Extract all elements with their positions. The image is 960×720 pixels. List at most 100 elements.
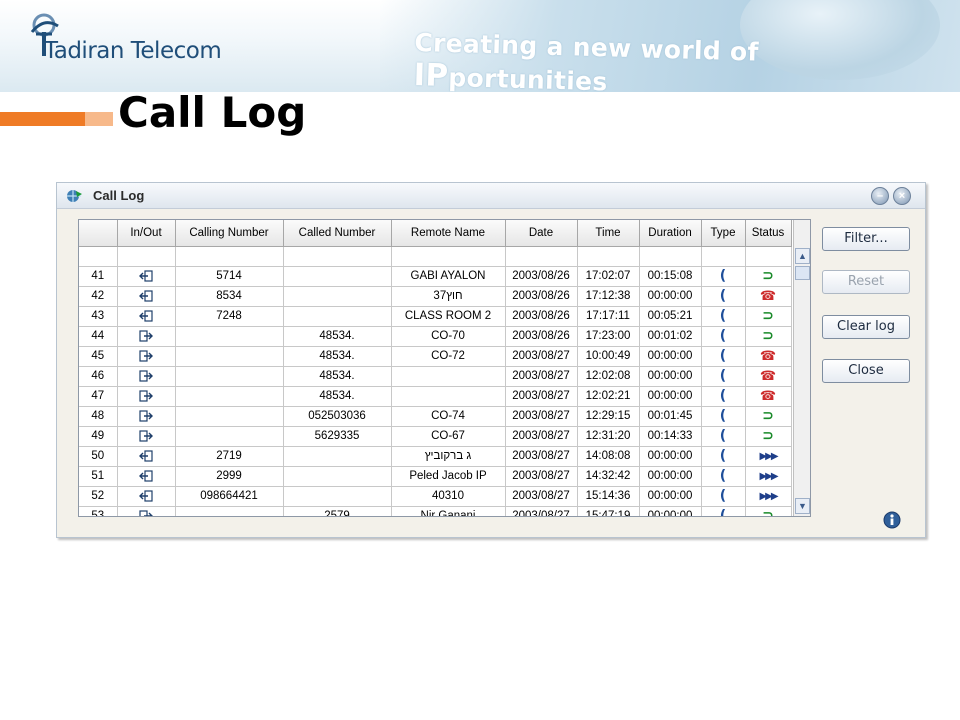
cell-duration: 00:15:08	[639, 266, 702, 287]
vertical-scrollbar[interactable]: ▲ ▼	[793, 220, 810, 516]
cell-calling-number	[175, 426, 284, 447]
cell-duration: 00:00:00	[639, 366, 702, 387]
clear-log-button[interactable]: Clear log	[822, 315, 910, 339]
cell-duration: 00:00:00	[639, 386, 702, 407]
scroll-up-button[interactable]: ▲	[795, 248, 810, 264]
cell-number: 49	[79, 426, 118, 447]
close-button[interactable]: Close	[822, 359, 910, 383]
handset-icon: (	[719, 408, 727, 424]
column-header-time[interactable]: Time	[577, 220, 640, 247]
cell-called-number: 2579	[283, 506, 392, 516]
column-header-calling-number[interactable]: Calling Number	[175, 220, 284, 247]
cell-duration: 00:00:00	[639, 286, 702, 307]
cell-remote-name	[391, 366, 506, 387]
cell-time: 12:02:21	[577, 386, 640, 407]
cell-status: ⊃	[745, 426, 792, 447]
cell-type: (	[701, 386, 746, 407]
table-row[interactable]: 49 5629335 CO-67 2003/08/27 12:31:20 00:14:33…	[79, 426, 792, 447]
cell-calling-number: 098664421	[175, 486, 284, 507]
table-row[interactable]: 52 098664421 40310 2003/08/27 15:14:36 00:00:…	[79, 486, 792, 507]
slogan-ip: IP	[413, 57, 449, 92]
table-row[interactable]: 51 2999 Peled Jacob IP 2003/08/27 14:32:42 00…	[79, 466, 792, 487]
table-row[interactable]: 44 48534. CO-70 2003/08/26 17:23:00 00:01:02 (…	[79, 326, 792, 347]
cell-remote-name: CO-72	[391, 346, 506, 367]
cell-remote-name: CLASS ROOM 2	[391, 306, 506, 327]
cell-in-out	[117, 346, 176, 367]
table-row[interactable]: 42 8534 חוץ37 2003/08/26 17:12:38 00:00:00 (☎	[79, 286, 792, 307]
cell-remote-name: חוץ37	[391, 286, 506, 307]
table-row-partial	[79, 246, 792, 267]
table-row[interactable]: 53 2579 Nir Ganani 2003/08/27 15:47:19 00:00:…	[79, 506, 792, 517]
window-title: Call Log	[93, 188, 145, 203]
cell-time: 12:31:20	[577, 426, 640, 447]
cell-in-out	[117, 466, 176, 487]
table-header-row: In/Out Calling Number Called Number Remo…	[79, 220, 792, 247]
table-body: 41 5714 GABI AYALON 2003/08/26 17:02:07 00:15…	[79, 246, 792, 517]
globe-arrow-icon	[67, 190, 82, 202]
incoming-call-icon	[139, 290, 153, 302]
cell-status: ☎	[745, 286, 792, 307]
cell-status: ⊃	[745, 506, 792, 516]
table-row[interactable]: 48 052503036 CO-74 2003/08/27 12:29:15 00:01:…	[79, 406, 792, 427]
cell-date: 2003/08/26	[505, 266, 578, 287]
cell-status: ⊃	[745, 266, 792, 287]
table-row[interactable]: 43 7248 CLASS ROOM 2 2003/08/26 17:17:11 00:0…	[79, 306, 792, 327]
table-row[interactable]: 46 48534. 2003/08/27 12:02:08 00:00:00 (☎	[79, 366, 792, 387]
window-title-bar[interactable]: Call Log – ×	[57, 183, 925, 209]
close-window-button[interactable]: ×	[893, 187, 911, 205]
handset-icon: (	[719, 508, 727, 517]
cell-in-out	[117, 326, 176, 347]
cell-duration: 00:00:00	[639, 346, 702, 367]
cell-remote-name: Peled Jacob IP	[391, 466, 506, 487]
cell-duration: 00:01:02	[639, 326, 702, 347]
minimize-button[interactable]: –	[871, 187, 889, 205]
header-banner: Tadiran Telecom Creating a new world of …	[0, 0, 960, 92]
column-header-duration[interactable]: Duration	[639, 220, 702, 247]
column-header-date[interactable]: Date	[505, 220, 578, 247]
cell-in-out	[117, 426, 176, 447]
reset-button[interactable]: Reset	[822, 270, 910, 294]
cell-called-number	[283, 266, 392, 287]
table-row[interactable]: 45 48534. CO-72 2003/08/27 10:00:49 00:00:00 (…	[79, 346, 792, 367]
cell-remote-name: ג ברקוביץ	[391, 446, 506, 467]
slogan-suffix: portunities	[447, 62, 608, 92]
forward-arrows-icon: ▶▶▶	[759, 491, 778, 502]
call-log-grid[interactable]: In/Out Calling Number Called Number Remo…	[78, 219, 811, 517]
column-header-in-out[interactable]: In/Out	[117, 220, 176, 247]
table-row[interactable]: 47 48534. 2003/08/27 12:02:21 00:00:00 (☎	[79, 386, 792, 407]
cell-number: 45	[79, 346, 118, 367]
cell-duration: 00:05:21	[639, 306, 702, 327]
scroll-down-button[interactable]: ▼	[795, 498, 810, 514]
cell-status: ☎	[745, 386, 792, 407]
help-icon[interactable]	[883, 511, 901, 529]
handset-icon: (	[719, 428, 727, 444]
scroll-thumb[interactable]	[795, 266, 810, 280]
column-header-remote-name[interactable]: Remote Name	[391, 220, 506, 247]
filter-button[interactable]: Filter...	[822, 227, 910, 251]
column-header-status[interactable]: Status	[745, 220, 792, 247]
cell-calling-number	[175, 366, 284, 387]
cell-number: 52	[79, 486, 118, 507]
cell-time: 12:02:08	[577, 366, 640, 387]
cell-called-number	[283, 446, 392, 467]
cell-status: ▶▶▶	[745, 486, 792, 507]
cell-type: (	[701, 286, 746, 307]
cell-duration: 00:00:00	[639, 446, 702, 467]
table-row[interactable]: 41 5714 GABI AYALON 2003/08/26 17:02:07 00:15…	[79, 266, 792, 287]
table-row[interactable]: 50 2719 ג ברקוביץ 2003/08/27 14:08:08 00:00:0…	[79, 446, 792, 467]
cell-calling-number	[175, 326, 284, 347]
column-header-type[interactable]: Type	[701, 220, 746, 247]
cell-called-number	[283, 286, 392, 307]
cell-type: (	[701, 306, 746, 327]
outgoing-call-icon	[139, 330, 153, 342]
cell-calling-number	[175, 386, 284, 407]
cell-date: 2003/08/27	[505, 426, 578, 447]
outgoing-call-icon	[139, 350, 153, 362]
cell-calling-number	[175, 506, 284, 516]
call-log-table: In/Out Calling Number Called Number Remo…	[79, 220, 792, 517]
cell-in-out	[117, 386, 176, 407]
column-header-number[interactable]	[79, 220, 118, 247]
column-header-called-number[interactable]: Called Number	[283, 220, 392, 247]
cell-type: (	[701, 406, 746, 427]
cell-date: 2003/08/27	[505, 466, 578, 487]
